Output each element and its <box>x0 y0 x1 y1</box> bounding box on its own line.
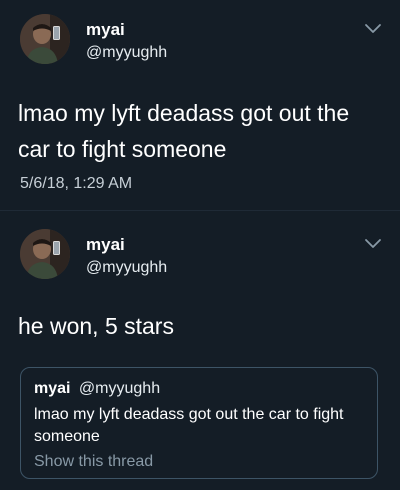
user-handle[interactable]: @myyughh <box>86 259 167 277</box>
timeline: myai @myyughh lmao my lyft deadass got o… <box>0 0 400 490</box>
quoted-tweet-header: myai @myyughh <box>34 380 160 398</box>
chevron-down-icon[interactable] <box>364 237 382 251</box>
quoted-user-handle: @myyughh <box>78 380 161 397</box>
tweet-timestamp[interactable]: 5/6/18, 1:29 AM <box>20 175 132 193</box>
divider <box>0 210 400 211</box>
user-handle[interactable]: @myyughh <box>86 44 167 62</box>
quoted-display-name: myai <box>34 380 71 397</box>
chevron-down-icon[interactable] <box>364 22 382 36</box>
avatar[interactable] <box>20 14 70 64</box>
quoted-tweet-text: lmao my lyft deadass got out the car to … <box>34 406 344 445</box>
quoted-tweet[interactable]: myai @myyughh lmao my lyft deadass got o… <box>20 367 378 479</box>
tweet[interactable]: myai @myyughh he won, 5 stars myai @myyu… <box>0 215 400 490</box>
tweet[interactable]: myai @myyughh lmao my lyft deadass got o… <box>0 0 400 211</box>
display-name[interactable]: myai <box>86 235 125 255</box>
show-thread-link[interactable]: Show this thread <box>34 453 153 471</box>
tweet-text: he won, 5 stars <box>18 313 174 339</box>
display-name[interactable]: myai <box>86 20 125 40</box>
avatar[interactable] <box>20 229 70 279</box>
tweet-text: lmao my lyft deadass got out the car to … <box>18 100 350 162</box>
